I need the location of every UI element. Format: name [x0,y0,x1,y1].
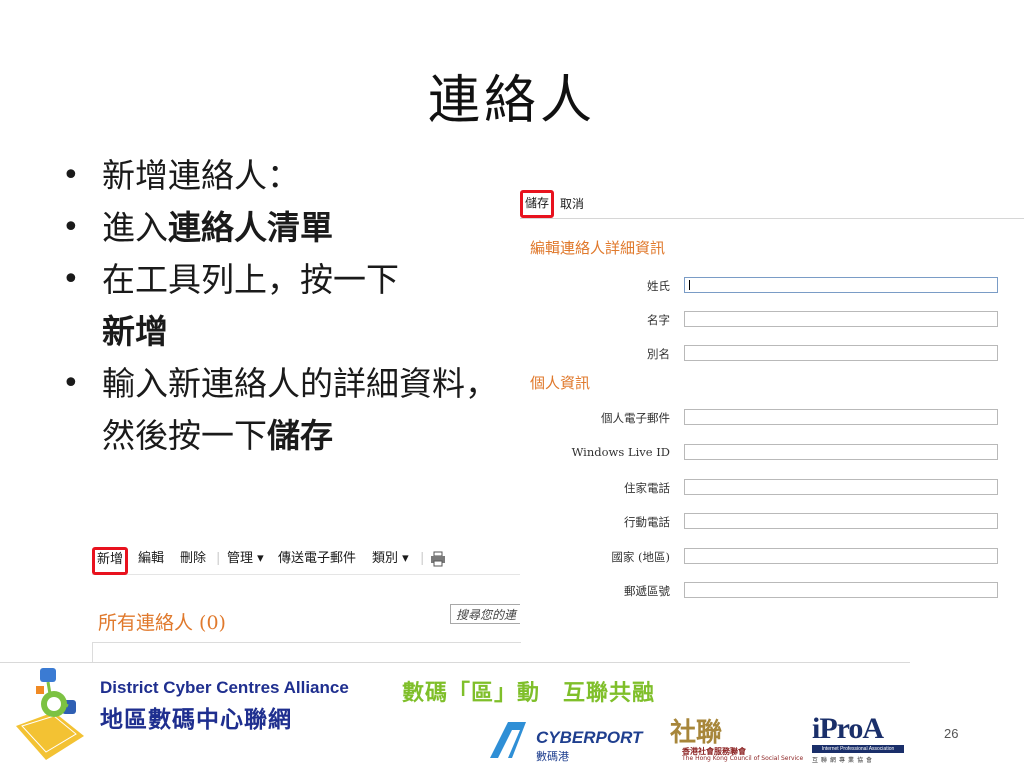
toolbar-separator: | [420,551,425,566]
category-menu[interactable]: 類別 ▾ [372,544,409,574]
field-label-postal-code: 郵遞區號 [624,584,670,598]
dcca-logo [14,664,86,764]
bullet-item: 輸入新連絡人的詳細資料，然後按一下儲存 [62,358,502,462]
org-name-chinese: 地區數碼中心聯網 [100,707,292,733]
hkcss-logo: 社聯 香港社會服務聯會 The Hong Kong Council of Soc… [670,712,820,764]
delete-button[interactable]: 刪除 [180,544,206,574]
bullet-item: 新增連絡人： [62,150,502,202]
field-label-personal-email: 個人電子郵件 [601,411,670,425]
toolbar-separator: | [216,551,221,566]
slide-title: 連絡人 [427,71,596,131]
new-button[interactable]: 新增 [92,547,129,575]
ipro-name-english: Internet Professional Association [812,745,904,753]
cyberport-name-chinese: 數碼港 [536,750,569,763]
mobile-phone-field[interactable] [684,513,998,529]
field-label-first-name: 名字 [647,313,670,327]
dcca-logo-icon [16,668,84,760]
postal-code-field[interactable] [684,582,998,598]
edit-button[interactable]: 編輯 [138,544,164,574]
cancel-button[interactable]: 取消 [558,191,586,217]
print-icon[interactable] [430,544,446,574]
bullet-list: 新增連絡人： 進入連絡人清單 在工具列上，按一下新增 輸入新連絡人的詳細資料，然… [62,150,502,462]
field-label-home-phone: 住家電話 [624,481,670,495]
section-heading-personal-info: 個人資訊 [530,374,591,392]
field-label-windows-live-id: Windows Live ID [571,445,670,459]
editor-toolbar: 儲存 取消 [520,190,1024,219]
contact-editor-screenshot: 儲存 取消 編輯連絡人詳細資訊 姓氏 名字 別名 個人資訊 個人電子郵件 Win… [520,190,1024,610]
hkcss-name-english: The Hong Kong Council of Social Service [682,755,804,762]
field-label-nickname: 別名 [647,347,670,361]
manage-menu[interactable]: 管理 ▾ [227,544,264,574]
nickname-field[interactable] [684,345,998,361]
slogan: 數碼「區」動 互聯共融 [402,681,656,706]
contact-list-screenshot: 新增 編輯 刪除 | 管理 ▾ 傳送電子郵件 類別 ▾ | 所有連絡人 (0) … [92,544,521,663]
first-name-field[interactable] [684,311,998,327]
last-name-field[interactable] [684,277,998,293]
cyberport-logo: CYBERPORT 數碼港 [486,718,676,763]
page-number: 26 [944,726,959,741]
hkcss-mark: 社聯 [670,718,723,748]
ipro-mark: iProA [812,712,884,745]
bullet-item: 進入連絡人清單 [62,202,502,254]
send-email-button[interactable]: 傳送電子郵件 [278,544,356,574]
section-heading-edit-details: 編輯連絡人詳細資訊 [530,239,666,257]
org-name-english: District Cyber Centres Alliance [100,678,349,697]
field-label-last-name: 姓氏 [647,279,670,293]
search-input[interactable]: 搜尋您的連 [450,604,520,624]
ipro-name-chinese: 互聯網專業協會 [812,757,876,764]
footer-divider [0,662,910,663]
field-label-mobile-phone: 行動電話 [624,515,670,529]
personal-email-field[interactable] [684,409,998,425]
windows-live-id-field[interactable] [684,444,998,460]
bullet-item: 在工具列上，按一下新增 [62,254,502,358]
cyberport-logo-icon [490,722,526,758]
list-header-row [92,642,521,663]
list-title: 所有連絡人 (0) [98,612,226,634]
ipro-logo: iProA Internet Professional Association … [812,712,908,764]
country-region-field[interactable] [684,548,998,564]
text-caret [689,280,690,290]
field-label-country-region: 國家 (地區) [611,550,670,564]
cyberport-name: CYBERPORT [536,728,643,747]
save-button[interactable]: 儲存 [520,190,555,218]
list-toolbar: 新增 編輯 刪除 | 管理 ▾ 傳送電子郵件 類別 ▾ | [92,544,520,575]
home-phone-field[interactable] [684,479,998,495]
